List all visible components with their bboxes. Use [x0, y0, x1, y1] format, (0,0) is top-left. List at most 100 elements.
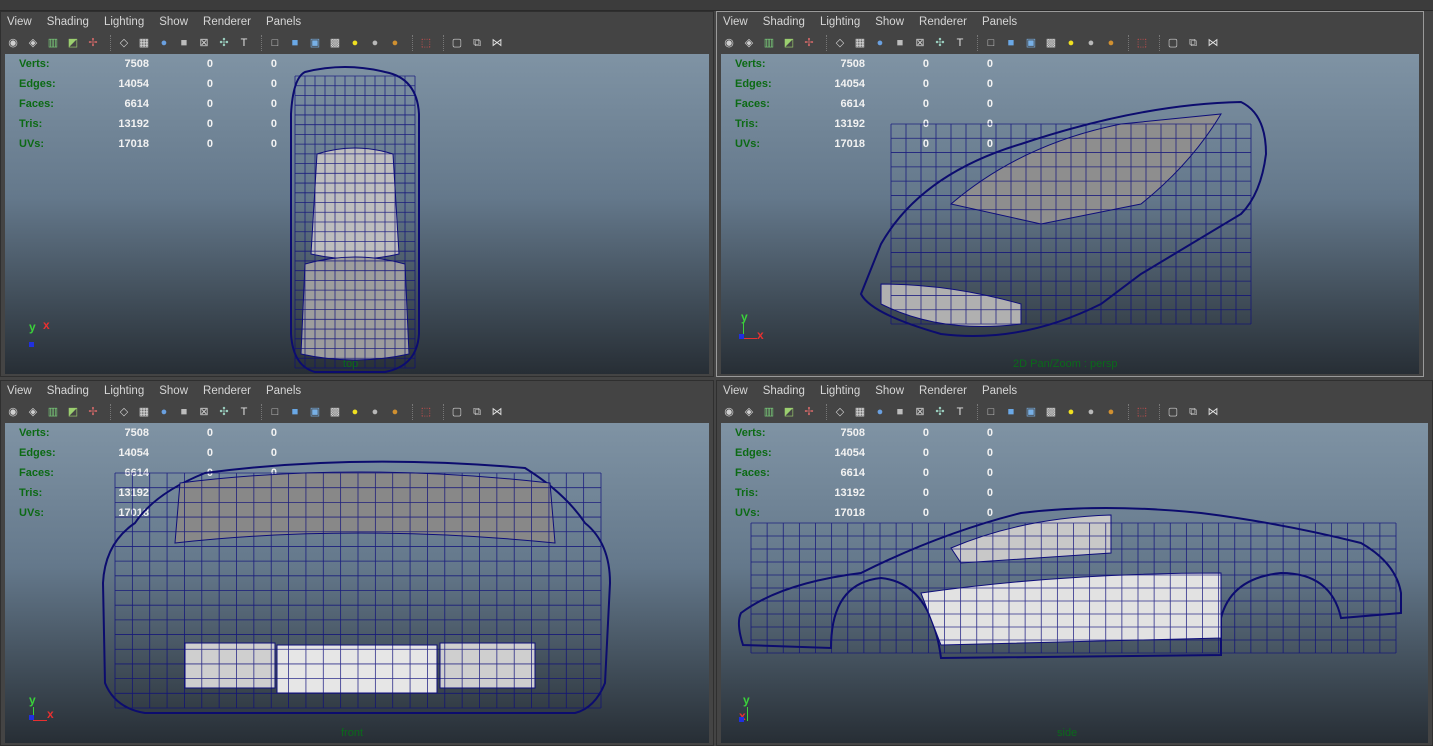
- resolution-gate-icon[interactable]: ▢: [1165, 404, 1181, 420]
- cube-wire-icon[interactable]: □: [267, 404, 283, 420]
- menu-show[interactable]: Show: [159, 16, 188, 28]
- resolution-gate-icon[interactable]: ▢: [449, 35, 465, 51]
- light-all-icon[interactable]: ●: [1083, 404, 1099, 420]
- share-icon[interactable]: ⋈: [1205, 35, 1221, 51]
- cube-textured-icon[interactable]: ▣: [307, 404, 323, 420]
- flat-shade-icon[interactable]: ■: [176, 404, 192, 420]
- cube-shaded-icon[interactable]: ■: [1003, 35, 1019, 51]
- camera-attributes-icon[interactable]: ◉: [5, 404, 21, 420]
- menu-view[interactable]: View: [7, 16, 32, 28]
- wireframe-icon[interactable]: ◇: [832, 404, 848, 420]
- menu-show[interactable]: Show: [875, 16, 904, 28]
- menu-panels[interactable]: Panels: [982, 385, 1017, 397]
- checker-icon[interactable]: ▩: [1043, 404, 1059, 420]
- cube-textured-icon[interactable]: ▣: [307, 35, 323, 51]
- checker-icon[interactable]: ▩: [327, 35, 343, 51]
- flat-shade-icon[interactable]: ■: [892, 404, 908, 420]
- cube-textured-icon[interactable]: ▣: [1023, 404, 1039, 420]
- menu-lighting[interactable]: Lighting: [820, 385, 860, 397]
- menu-panels[interactable]: Panels: [266, 385, 301, 397]
- grid-2d-pan-icon[interactable]: ✢: [85, 35, 101, 51]
- bookmark-icon[interactable]: ▥: [45, 35, 61, 51]
- light-flat-icon[interactable]: ●: [387, 404, 403, 420]
- xray-joints-icon[interactable]: ✣: [932, 404, 948, 420]
- viewport-panel-persp[interactable]: View Shading Lighting Show Renderer Pane…: [716, 11, 1424, 377]
- viewport-front[interactable]: Verts: 7508 0 0 Edges: 14054 0 0 Faces: 6614 0 0 Tri…: [5, 423, 709, 743]
- isolate-select-icon[interactable]: ⬚: [1134, 35, 1150, 51]
- viewport-panel-side[interactable]: View Shading Lighting Show Renderer Pane…: [716, 380, 1433, 746]
- isolate-select-icon[interactable]: ⬚: [1134, 404, 1150, 420]
- camera-attributes-icon[interactable]: ◉: [721, 35, 737, 51]
- grid-icon[interactable]: ▦: [852, 35, 868, 51]
- grid-2d-pan-icon[interactable]: ✢: [801, 35, 817, 51]
- light-flat-icon[interactable]: ●: [1103, 404, 1119, 420]
- grid-2d-pan-icon[interactable]: ✢: [801, 404, 817, 420]
- menu-show[interactable]: Show: [875, 385, 904, 397]
- light-default-icon[interactable]: ●: [347, 404, 363, 420]
- menu-renderer[interactable]: Renderer: [203, 385, 251, 397]
- menu-view[interactable]: View: [723, 385, 748, 397]
- xray-joints-icon[interactable]: ✣: [216, 404, 232, 420]
- light-flat-icon[interactable]: ●: [387, 35, 403, 51]
- smooth-shade-icon[interactable]: ●: [872, 404, 888, 420]
- film-gate-icon[interactable]: ⧉: [1185, 404, 1201, 420]
- xray-joints-icon[interactable]: ✣: [216, 35, 232, 51]
- resolution-gate-icon[interactable]: ▢: [449, 404, 465, 420]
- menu-lighting[interactable]: Lighting: [104, 385, 144, 397]
- camera-select-icon[interactable]: ◈: [741, 404, 757, 420]
- wireframe-icon[interactable]: ◇: [116, 404, 132, 420]
- camera-select-icon[interactable]: ◈: [25, 404, 41, 420]
- cube-wire-icon[interactable]: □: [983, 35, 999, 51]
- textured-icon[interactable]: T: [952, 404, 968, 420]
- grid-icon[interactable]: ▦: [136, 404, 152, 420]
- share-icon[interactable]: ⋈: [489, 404, 505, 420]
- image-plane-icon[interactable]: ◩: [781, 35, 797, 51]
- bookmark-icon[interactable]: ▥: [45, 404, 61, 420]
- wireframe-icon[interactable]: ◇: [116, 35, 132, 51]
- cube-shaded-icon[interactable]: ■: [287, 35, 303, 51]
- viewport-top[interactable]: Verts: 7508 0 0 Edges: 14054 0 0 Faces: 6614 0 0 Tri…: [5, 54, 709, 374]
- camera-attributes-icon[interactable]: ◉: [5, 35, 21, 51]
- share-icon[interactable]: ⋈: [489, 35, 505, 51]
- xray-icon[interactable]: ⊠: [912, 35, 928, 51]
- camera-attributes-icon[interactable]: ◉: [721, 404, 737, 420]
- smooth-shade-icon[interactable]: ●: [156, 35, 172, 51]
- light-all-icon[interactable]: ●: [367, 404, 383, 420]
- flat-shade-icon[interactable]: ■: [176, 35, 192, 51]
- resolution-gate-icon[interactable]: ▢: [1165, 35, 1181, 51]
- image-plane-icon[interactable]: ◩: [781, 404, 797, 420]
- menu-renderer[interactable]: Renderer: [919, 16, 967, 28]
- checker-icon[interactable]: ▩: [327, 404, 343, 420]
- light-default-icon[interactable]: ●: [347, 35, 363, 51]
- share-icon[interactable]: ⋈: [1205, 404, 1221, 420]
- menu-panels[interactable]: Panels: [982, 16, 1017, 28]
- menu-shading[interactable]: Shading: [763, 385, 805, 397]
- xray-icon[interactable]: ⊠: [912, 404, 928, 420]
- menu-shading[interactable]: Shading: [763, 16, 805, 28]
- light-default-icon[interactable]: ●: [1063, 35, 1079, 51]
- xray-icon[interactable]: ⊠: [196, 35, 212, 51]
- light-flat-icon[interactable]: ●: [1103, 35, 1119, 51]
- cube-shaded-icon[interactable]: ■: [1003, 404, 1019, 420]
- bookmark-icon[interactable]: ▥: [761, 35, 777, 51]
- menu-panels[interactable]: Panels: [266, 16, 301, 28]
- grid-icon[interactable]: ▦: [852, 404, 868, 420]
- menu-view[interactable]: View: [723, 16, 748, 28]
- menu-view[interactable]: View: [7, 385, 32, 397]
- checker-icon[interactable]: ▩: [1043, 35, 1059, 51]
- isolate-select-icon[interactable]: ⬚: [418, 404, 434, 420]
- light-all-icon[interactable]: ●: [1083, 35, 1099, 51]
- image-plane-icon[interactable]: ◩: [65, 404, 81, 420]
- menu-shading[interactable]: Shading: [47, 385, 89, 397]
- grid-2d-pan-icon[interactable]: ✢: [85, 404, 101, 420]
- menu-show[interactable]: Show: [159, 385, 188, 397]
- smooth-shade-icon[interactable]: ●: [156, 404, 172, 420]
- light-default-icon[interactable]: ●: [1063, 404, 1079, 420]
- menu-renderer[interactable]: Renderer: [203, 16, 251, 28]
- film-gate-icon[interactable]: ⧉: [1185, 35, 1201, 51]
- flat-shade-icon[interactable]: ■: [892, 35, 908, 51]
- menu-renderer[interactable]: Renderer: [919, 385, 967, 397]
- textured-icon[interactable]: T: [236, 404, 252, 420]
- film-gate-icon[interactable]: ⧉: [469, 35, 485, 51]
- viewport-persp[interactable]: Verts: 7508 0 0 Edges: 14054 0 0 Faces: 6614 0 0 Tri…: [721, 54, 1419, 374]
